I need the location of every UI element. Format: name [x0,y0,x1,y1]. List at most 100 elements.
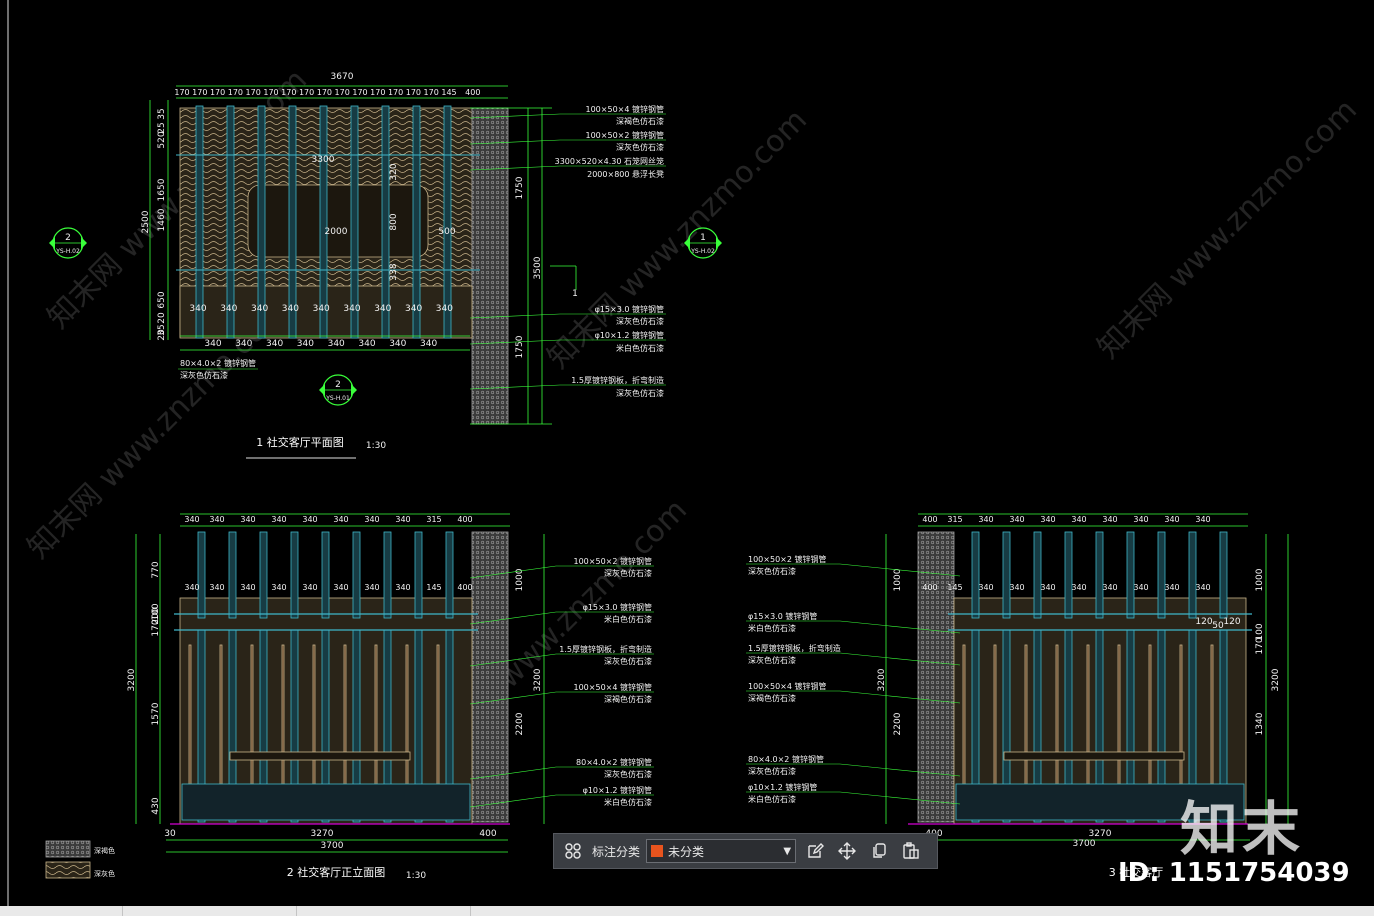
front-upper-post [228,531,237,619]
section-marker-ref: YS-H.02 [55,248,80,255]
section-marker-arrow [319,384,325,396]
side-small-dim: 120 [1223,617,1240,627]
layer-select[interactable]: 未分类 ▼ [646,839,797,863]
plan-row-dim: 340 [420,339,437,349]
side-callout: 深褐色仿石漆 [748,693,796,703]
front-top-segment: 340 [364,515,379,524]
front-callout: φ10×1.2 镀锌钢管 [583,785,652,795]
side-upper-post [971,531,980,619]
front-second-segment: 340 [209,583,224,592]
side-second-segment: 400 [922,583,937,592]
plan-top-segment: 170 [246,88,261,97]
front-upper-post [383,531,392,619]
plan-row-dim: 340 [358,339,375,349]
front-timber-slat [343,644,347,786]
copy-icon[interactable] [866,838,892,864]
front-callout: 深褐色仿石漆 [604,694,652,704]
plan-row-dim: 340 [266,339,283,349]
grid-icon[interactable] [560,838,586,864]
side-upper-post [1095,531,1104,619]
plan-top-segment: 170 [263,88,278,97]
front-timber-slat [281,644,285,786]
front-callout: 100×50×4 镀锌钢管 [574,682,653,692]
section-marker-arrow [351,384,357,396]
plan-note: 深灰色仿石漆 [180,370,228,380]
front-second-segment: 340 [240,583,255,592]
side-callout: φ15×3.0 镀锌钢管 [748,611,817,621]
side-upper-post [1064,531,1073,619]
edit-icon[interactable] [802,838,828,864]
plan-callout: 2000×800 悬浮长凳 [587,169,664,179]
side-callout: 100×50×4 镀锌钢管 [748,681,827,691]
side-second-segment: 340 [1195,583,1210,592]
plan-callout: 100×50×2 镀锌钢管 [586,130,665,140]
plan-row-dim: 340 [251,304,268,314]
plan-top-segment: 170 [317,88,332,97]
front-top-segment: 340 [184,515,199,524]
section-marker-arrow [81,237,87,249]
front-right-dim: 2200 [515,712,525,735]
front-second-segment: 340 [333,583,348,592]
section-marker-number: 1 [700,233,706,243]
plan-left-dim: 1460 [157,208,167,231]
side-small-dim: 120 [1195,617,1212,627]
front-second-segment: 145 [426,583,441,592]
front-second-segment: 340 [364,583,379,592]
side-second-segment: 340 [1102,583,1117,592]
plan-top-segment: 170 [424,88,439,97]
front-upper-post [352,531,361,619]
plan-left-dim: 650 [157,291,167,308]
plan-left-dim: 1650 [157,178,167,201]
side-right-dim: 3200 [1271,668,1281,691]
plan-row-dim: 340 [189,304,206,314]
side-stone-wall [917,531,955,823]
side-callout: 米白色仿石漆 [748,623,796,633]
side-callout: φ10×1.2 镀锌钢管 [748,782,817,792]
plan-top-segment: 170 [192,88,207,97]
side-timber-slat [962,644,966,786]
side-top-segment: 315 [947,515,962,524]
front-top-segment: 315 [426,515,441,524]
cad-drawing-canvas[interactable]: 知末网 www.znzmo.com 知末网 www.znzmo.com 知末网 ww… [0,0,1374,906]
side-top-segment: 400 [922,515,937,524]
front-second-segment: 400 [457,583,472,592]
plan-callout: φ10×1.2 镀锌钢管 [595,330,664,340]
plan-note: 80×4.0×2 镀锌钢管 [180,358,256,368]
side-top-segment: 340 [1195,515,1210,524]
plan-callout: φ15×3.0 镀锌钢管 [595,304,664,314]
side-callout: 深灰色仿石漆 [748,655,796,665]
plan-right-dim: 1750 [515,176,525,199]
front-timber-slat [188,644,192,786]
plan-callout: 深灰色仿石漆 [616,142,664,152]
cad-drawing[interactable]: 知末网 www.znzmo.com 知末网 www.znzmo.com 知末网 ww… [0,0,1374,906]
plan-row-dim: 340 [343,304,360,314]
front-timber-slat [374,644,378,786]
side-second-segment: 340 [1133,583,1148,592]
plan-callout: 深灰色仿石漆 [616,316,664,326]
plan-marker-label: 1 [572,289,578,299]
front-bottom-dim: 400 [479,829,496,839]
plan-scale: 1:30 [366,441,386,451]
side-top-segment: 340 [1102,515,1117,524]
front-callout: 深灰色仿石漆 [604,769,652,779]
plan-row-dim: 340 [297,339,314,349]
plan-right-dim: 1750 [515,335,525,358]
front-right-dim: 3200 [533,668,543,691]
plan-callout: 3300×520×4.30 石笼网丝笼 [555,156,664,166]
plan-top-segment: 170 [335,88,350,97]
plan-title: 1 社交客厅平面图 [256,435,344,449]
side-upper-post [1188,531,1197,619]
front-bottom-dim: 3270 [311,829,334,839]
watermark-id: ID: 1151754039 [1118,858,1350,888]
paste-icon[interactable] [898,838,924,864]
front-callout: φ15×3.0 镀锌钢管 [583,602,652,612]
side-left-dim: 2200 [893,712,903,735]
plan-callout: 深灰色仿石漆 [616,388,664,398]
side-timber-slat [1055,644,1059,786]
legend-label: 深灰色 [94,869,115,878]
side-left-dim: 1000 [893,568,903,591]
side-second-segment: 340 [978,583,993,592]
side-top-segment: 340 [1009,515,1024,524]
move-icon[interactable] [834,838,860,864]
annotation-category-label: 标注分类 [592,844,641,859]
